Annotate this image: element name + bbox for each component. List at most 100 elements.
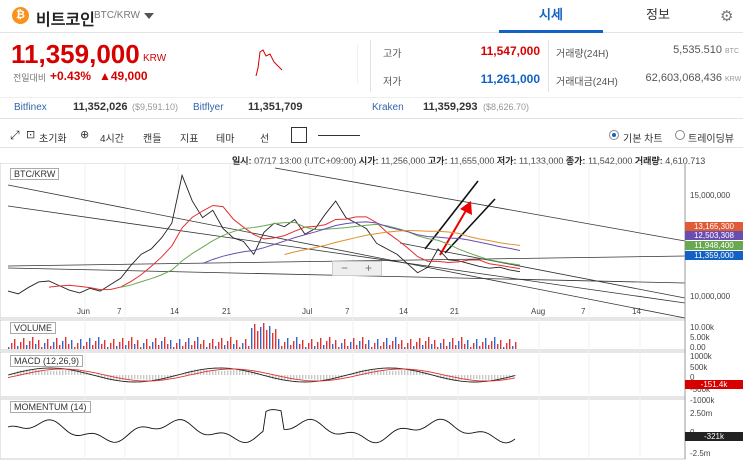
- macd-tag: -151.4k: [685, 380, 743, 389]
- macd-histogram-bar: [80, 370, 82, 375]
- volume-bar: [161, 341, 163, 349]
- color-picker[interactable]: [291, 127, 307, 143]
- exchange-name[interactable]: Bitfinex: [14, 102, 47, 113]
- basic-chart-label[interactable]: 기본 차트: [623, 130, 663, 145]
- volume-bar: [116, 346, 118, 349]
- x-tick-label: 7: [581, 307, 586, 316]
- volume-bar: [92, 345, 94, 349]
- volume-bar: [158, 345, 160, 349]
- expand-icon[interactable]: ⤢: [10, 128, 20, 143]
- volume-bar: [146, 339, 148, 349]
- volume-bar: [479, 346, 481, 349]
- x-tick-label: Jul: [302, 307, 313, 316]
- line-style-picker[interactable]: [318, 135, 360, 136]
- volume-bar: [284, 342, 286, 349]
- macd-histogram-bar: [131, 375, 133, 380]
- change-amount: ▲49,000: [99, 69, 148, 83]
- volume-bar: [287, 338, 289, 349]
- volume-bar: [104, 340, 106, 349]
- chevron-down-icon[interactable]: [144, 13, 154, 19]
- volume-bar: [428, 337, 430, 349]
- zoom-in-button[interactable]: +: [365, 261, 372, 275]
- volume-bar: [71, 340, 73, 349]
- basic-chart-radio[interactable]: [609, 130, 619, 140]
- reset-button[interactable]: 초기화: [39, 130, 67, 145]
- volume-bar: [434, 340, 436, 349]
- volume-bar: [80, 339, 82, 349]
- volume-bar: [137, 340, 139, 349]
- tradingview-radio[interactable]: [675, 130, 685, 140]
- volume-bar: [26, 345, 28, 349]
- volume-bar: [473, 343, 475, 349]
- volume-bar: [341, 343, 343, 349]
- line-select[interactable]: 선: [260, 130, 269, 145]
- macd-histogram-bar: [59, 370, 61, 375]
- macd-histogram-bar: [218, 370, 220, 375]
- volume-bar: [206, 347, 208, 349]
- macd-histogram-bar: [149, 375, 151, 381]
- volume-bar: [212, 339, 214, 349]
- volume-panel-frame: [0, 319, 686, 351]
- macd-histogram-bar: [395, 370, 397, 375]
- volume-bar: [242, 343, 244, 349]
- x-tick-label: 14: [170, 307, 179, 316]
- reset-icon[interactable]: ⊡: [26, 128, 35, 141]
- indicator-select[interactable]: 지표: [180, 130, 198, 145]
- volume-bar: [260, 327, 262, 349]
- exchange-name[interactable]: Kraken: [372, 102, 404, 113]
- panel-label: MACD (12,26,9): [10, 355, 84, 367]
- macd-histogram-bar: [68, 369, 70, 375]
- macd-histogram-bar: [65, 369, 67, 375]
- zoom-controls: − +: [332, 261, 382, 276]
- volume-bar: [131, 337, 133, 349]
- volume-bar: [170, 340, 172, 349]
- volume-bar: [224, 345, 226, 349]
- volume-bar: [422, 345, 424, 349]
- volume-bar: [425, 341, 427, 349]
- tradingview-label[interactable]: 트레이딩뷰: [688, 130, 734, 145]
- macd-histogram-bar: [104, 375, 106, 380]
- volume-bar: [272, 333, 274, 349]
- volume-bar: [389, 345, 391, 349]
- tab-info[interactable]: 정보: [606, 0, 710, 33]
- macd-histogram-bar: [143, 375, 145, 380]
- volume-bar: [134, 344, 136, 349]
- exchange-name[interactable]: Bitflyer: [193, 102, 224, 113]
- volume-bar: [305, 347, 307, 349]
- zoom-out-button[interactable]: −: [341, 261, 348, 275]
- volume-bar: [494, 337, 496, 349]
- volume-bar: [122, 338, 124, 349]
- tab-price[interactable]: 시세: [499, 0, 603, 33]
- volume-bar: [251, 328, 253, 349]
- candle-select[interactable]: 캔들: [143, 130, 161, 145]
- price-tag: 11,948,400: [685, 241, 743, 250]
- volume-bar: [353, 338, 355, 349]
- volume-bar: [218, 342, 220, 349]
- volume-bar: [152, 342, 154, 349]
- volume-bar: [59, 345, 61, 349]
- panel-label: VOLUME: [10, 322, 57, 334]
- volume-bar: [215, 346, 217, 349]
- volume-bar: [329, 337, 331, 349]
- volume-bar: [458, 341, 460, 349]
- volume-bar: [8, 347, 10, 349]
- volume-bar: [119, 342, 121, 349]
- volume-bar: [200, 344, 202, 349]
- volume-bar: [125, 345, 127, 349]
- macd-histogram-bar: [335, 375, 337, 380]
- volume-bar: [338, 347, 340, 349]
- interval-select[interactable]: 4시간: [100, 130, 124, 145]
- macd-histogram-bar: [485, 375, 487, 380]
- gear-icon[interactable]: ⚙: [720, 7, 733, 25]
- x-tick-label: Aug: [531, 307, 546, 316]
- volume-bar: [17, 346, 19, 349]
- macd-histogram-bar: [44, 370, 46, 375]
- volume-bar: [491, 341, 493, 349]
- volume-bar: [413, 346, 415, 349]
- volume-bar: [302, 340, 304, 349]
- volume-bar: [455, 345, 457, 349]
- theme-select[interactable]: 테마: [216, 130, 234, 145]
- volume-bar: [236, 340, 238, 349]
- globe-icon[interactable]: ⊕: [80, 128, 89, 141]
- macd-histogram-bar: [398, 370, 400, 375]
